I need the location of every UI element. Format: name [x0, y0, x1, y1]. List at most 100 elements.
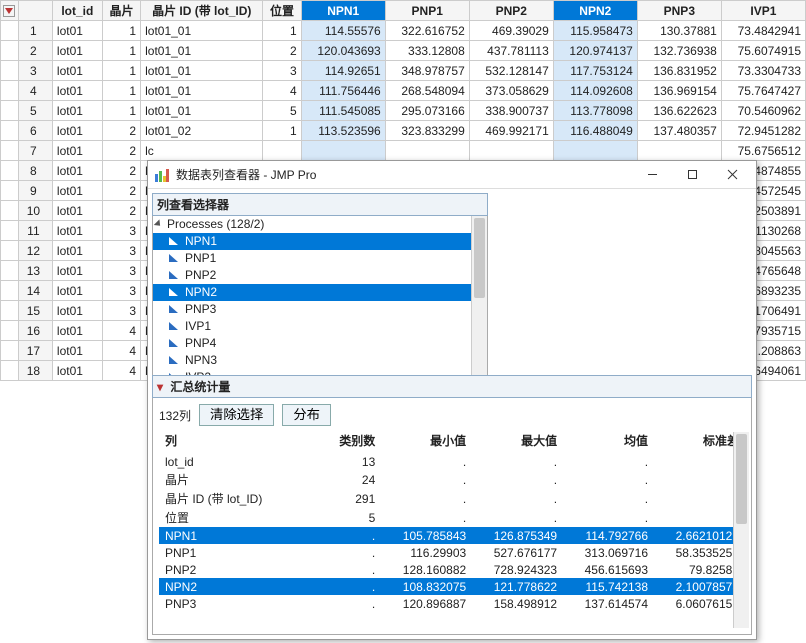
column-header-lot_id[interactable]: lot_id — [52, 1, 102, 21]
row-number[interactable]: 12 — [18, 241, 52, 261]
cell[interactable]: lc — [141, 141, 263, 161]
cell[interactable]: 2 — [102, 181, 140, 201]
stats-cell[interactable]: 456.615693 — [563, 561, 654, 578]
cell[interactable]: lot01_01 — [141, 101, 263, 121]
cell[interactable]: lot01 — [52, 341, 102, 361]
cell[interactable]: 4 — [102, 321, 140, 341]
cell[interactable]: lot01 — [52, 241, 102, 261]
row-number[interactable]: 3 — [18, 61, 52, 81]
stats-cell[interactable]: . — [311, 561, 382, 578]
stats-cell[interactable]: 120.896887 — [381, 595, 472, 612]
cell[interactable]: 3 — [102, 261, 140, 281]
cell[interactable]: lot01 — [52, 21, 102, 41]
cell[interactable]: 323.833299 — [385, 121, 469, 141]
row-number[interactable]: 16 — [18, 321, 52, 341]
column-header-IVP1[interactable]: IVP1 — [721, 1, 805, 21]
cell[interactable]: 2 — [102, 141, 140, 161]
stats-cell[interactable]: . — [472, 453, 563, 470]
stats-cell[interactable]: 2.10078573 — [654, 578, 745, 595]
stats-cell[interactable]: 位置 — [159, 508, 311, 527]
stats-cell[interactable]: 527.676177 — [472, 544, 563, 561]
tree-item-PNP4[interactable]: PNP4 — [153, 335, 487, 352]
row-number[interactable]: 18 — [18, 361, 52, 381]
column-header-PNP2[interactable]: PNP2 — [469, 1, 553, 21]
row-number[interactable]: 11 — [18, 221, 52, 241]
cell[interactable]: 73.4842941 — [721, 21, 805, 41]
cell[interactable]: lot01_01 — [141, 61, 263, 81]
cell[interactable]: 3 — [102, 301, 140, 321]
cell[interactable]: 2 — [263, 41, 301, 61]
column-header--[interactable]: 位置 — [263, 1, 301, 21]
tree-item-PNP1[interactable]: PNP1 — [153, 250, 487, 267]
stats-row[interactable]: NPN1.105.785843126.875349114.7927662.662… — [159, 527, 745, 544]
row-number[interactable]: 10 — [18, 201, 52, 221]
tree-item-PNP2[interactable]: PNP2 — [153, 267, 487, 284]
stats-cell[interactable]: 6.06076156 — [654, 595, 745, 612]
stats-row[interactable]: 位置5.... — [159, 508, 745, 527]
cell[interactable]: 532.128147 — [469, 61, 553, 81]
tree-item-PNP3[interactable]: PNP3 — [153, 301, 487, 318]
cell[interactable]: 70.5460962 — [721, 101, 805, 121]
clear-selection-button[interactable]: 清除选择 — [199, 404, 274, 426]
stats-cell[interactable]: 126.875349 — [472, 527, 563, 544]
cell[interactable]: 130.37881 — [637, 21, 721, 41]
cell[interactable]: 2 — [102, 121, 140, 141]
cell[interactable]: 268.548094 — [385, 81, 469, 101]
column-header-NPN2[interactable]: NPN2 — [553, 1, 637, 21]
cell[interactable] — [553, 141, 637, 161]
cell[interactable]: 136.969154 — [637, 81, 721, 101]
cell[interactable]: lot01 — [52, 321, 102, 341]
row-number[interactable]: 2 — [18, 41, 52, 61]
cell[interactable]: 113.778098 — [553, 101, 637, 121]
cell[interactable]: 75.7647427 — [721, 81, 805, 101]
cell[interactable]: lot01 — [52, 221, 102, 241]
row-number[interactable]: 9 — [18, 181, 52, 201]
stats-row[interactable]: lot_id13.... — [159, 453, 745, 470]
row-number[interactable]: 7 — [18, 141, 52, 161]
stats-cell[interactable]: . — [563, 453, 654, 470]
cell[interactable] — [469, 141, 553, 161]
cell[interactable]: 333.12808 — [385, 41, 469, 61]
column-header-NPN1[interactable]: NPN1 — [301, 1, 385, 21]
cell[interactable]: 4 — [102, 361, 140, 381]
stats-cell[interactable]: . — [381, 508, 472, 527]
window-close-button[interactable] — [712, 161, 752, 189]
stats-cell[interactable]: 13 — [311, 453, 382, 470]
cell[interactable]: lot01 — [52, 101, 102, 121]
stats-row[interactable]: PNP2.128.160882728.924323456.61569379.82… — [159, 561, 745, 578]
cell[interactable]: 115.958473 — [553, 21, 637, 41]
cell[interactable]: 469.39029 — [469, 21, 553, 41]
stats-cell[interactable]: 58.3535251 — [654, 544, 745, 561]
row-number[interactable]: 4 — [18, 81, 52, 101]
stats-cell[interactable]: 2.66210122 — [654, 527, 745, 544]
summary-scrollbar[interactable] — [733, 432, 749, 628]
cell[interactable]: 111.545085 — [301, 101, 385, 121]
stats-row[interactable]: 晶片 ID (带 lot_ID)291.... — [159, 489, 745, 508]
cell[interactable]: 338.900737 — [469, 101, 553, 121]
stats-cell[interactable]: 115.742138 — [563, 578, 654, 595]
cell[interactable]: 72.9451282 — [721, 121, 805, 141]
stats-cell[interactable]: . — [381, 489, 472, 508]
stats-cell[interactable]: . — [563, 470, 654, 489]
cell[interactable]: 4 — [263, 81, 301, 101]
stats-cell[interactable]: 5 — [311, 508, 382, 527]
cell[interactable] — [637, 141, 721, 161]
stats-cell[interactable]: 116.29903 — [381, 544, 472, 561]
cell[interactable]: 3 — [102, 281, 140, 301]
disclosure-triangle-icon[interactable]: ▾ — [157, 380, 163, 394]
cell[interactable]: 437.781113 — [469, 41, 553, 61]
stats-cell[interactable]: 128.160882 — [381, 561, 472, 578]
stats-cell[interactable]: 24 — [311, 470, 382, 489]
cell[interactable]: lot01_02 — [141, 121, 263, 141]
stats-cell[interactable]: . — [311, 595, 382, 612]
stats-cell[interactable]: . — [472, 508, 563, 527]
stats-cell[interactable]: PNP2 — [159, 561, 311, 578]
stats-cell[interactable]: PNP3 — [159, 595, 311, 612]
cell[interactable]: lot01_01 — [141, 21, 263, 41]
dialog-titlebar[interactable]: 数据表列查看器 - JMP Pro — [148, 161, 756, 189]
stats-cell[interactable]: . — [472, 470, 563, 489]
cell[interactable]: 1 — [102, 61, 140, 81]
scrollbar-thumb[interactable] — [474, 218, 485, 298]
cell[interactable]: 73.3304733 — [721, 61, 805, 81]
stats-cell[interactable]: 晶片 ID (带 lot_ID) — [159, 489, 311, 508]
